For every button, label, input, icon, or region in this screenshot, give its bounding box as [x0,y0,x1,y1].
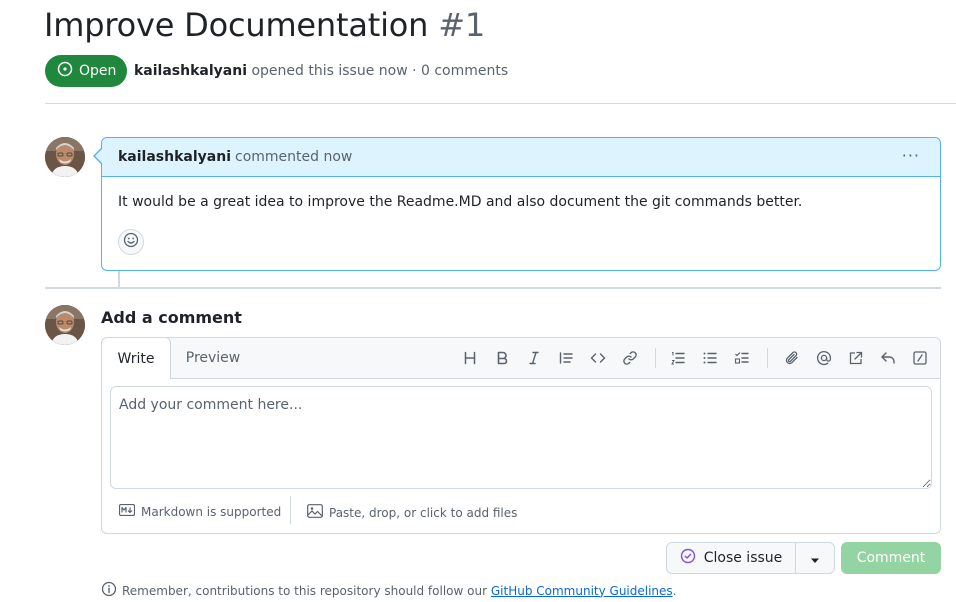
issue-number: #1 [438,6,486,44]
issue-meta-text: opened this issue now · 0 comments [251,63,509,79]
quote-icon[interactable] [556,348,576,368]
link-icon[interactable] [620,348,640,368]
comment-pointer-fill [95,148,103,164]
issue-opened-icon [57,61,73,81]
close-issue-label: Close issue [703,550,783,566]
header-divider [45,103,956,104]
image-icon [307,504,323,521]
cross-reference-icon[interactable] [846,348,866,368]
comment-textarea[interactable] [110,386,932,489]
toolbar-divider [655,348,656,368]
bold-icon[interactable] [492,348,512,368]
kebab-menu-icon[interactable]: ··· [902,148,920,164]
issue-author-link[interactable]: kailashkalyani [134,63,247,79]
markdown-note: Markdown is supported [141,504,282,519]
info-icon [101,581,117,600]
comment-time[interactable]: commented now [235,149,352,165]
mention-icon[interactable] [814,348,834,368]
editor-toolbar: Write Preview [101,337,940,379]
close-options-dropdown[interactable] [796,543,834,573]
code-icon[interactable] [588,348,608,368]
unordered-list-icon[interactable] [700,348,720,368]
triangle-down-icon [810,549,820,568]
issue-state-label: Open [79,63,117,79]
slash-command-icon[interactable] [910,348,930,368]
smiley-icon [123,232,139,252]
comment-button[interactable]: Comment [841,542,941,574]
guidelines-text: Remember, contributions to this reposito… [122,583,488,598]
avatar[interactable] [45,137,85,177]
issue-meta: kailashkalyani opened this issue now · 0… [134,63,508,79]
issue-title-text: Improve Documentation [44,6,429,44]
community-guidelines-link[interactable]: GitHub Community Guidelines [491,584,673,598]
tab-preview[interactable]: Preview [172,338,254,378]
tab-write[interactable]: Write [101,337,171,379]
issue-comment: kailashkalyani commented now ··· It woul… [101,137,941,271]
task-list-icon[interactable] [732,348,752,368]
markdown-supported-link[interactable]: Markdown is supported [118,503,282,519]
guidelines-suffix: . [672,583,677,598]
attach-icon[interactable] [782,348,802,368]
comment-author[interactable]: kailashkalyani [118,149,231,165]
close-issue-button[interactable]: Close issue [667,543,796,573]
timeline-line [118,271,120,288]
comment-header: kailashkalyani commented now ··· [102,138,940,177]
italic-icon[interactable] [524,348,544,368]
footer-divider [290,496,291,524]
timeline-divider [45,287,941,289]
attach-files-button[interactable]: Paste, drop, or click to add files [307,504,517,521]
current-user-avatar[interactable] [45,305,85,345]
numbered-list-icon[interactable] [668,348,688,368]
guidelines-note: Remember, contributions to this reposito… [101,581,677,600]
heading-icon[interactable] [460,348,480,368]
toolbar-divider [767,348,768,368]
comment-editor: Write Preview Add your comment here... M… [101,337,941,534]
issue-state-badge: Open [45,55,127,87]
add-comment-heading: Add a comment [101,308,242,327]
issue-title: Improve Documentation #1 [44,6,485,44]
add-reaction-button[interactable] [118,229,144,255]
issue-closed-icon [680,548,696,568]
markdown-icon [118,503,136,519]
close-issue-group: Close issue [666,542,835,574]
saved-reply-icon[interactable] [878,348,898,368]
comment-body: It would be a great idea to improve the … [118,194,803,210]
files-note: Paste, drop, or click to add files [329,505,518,520]
